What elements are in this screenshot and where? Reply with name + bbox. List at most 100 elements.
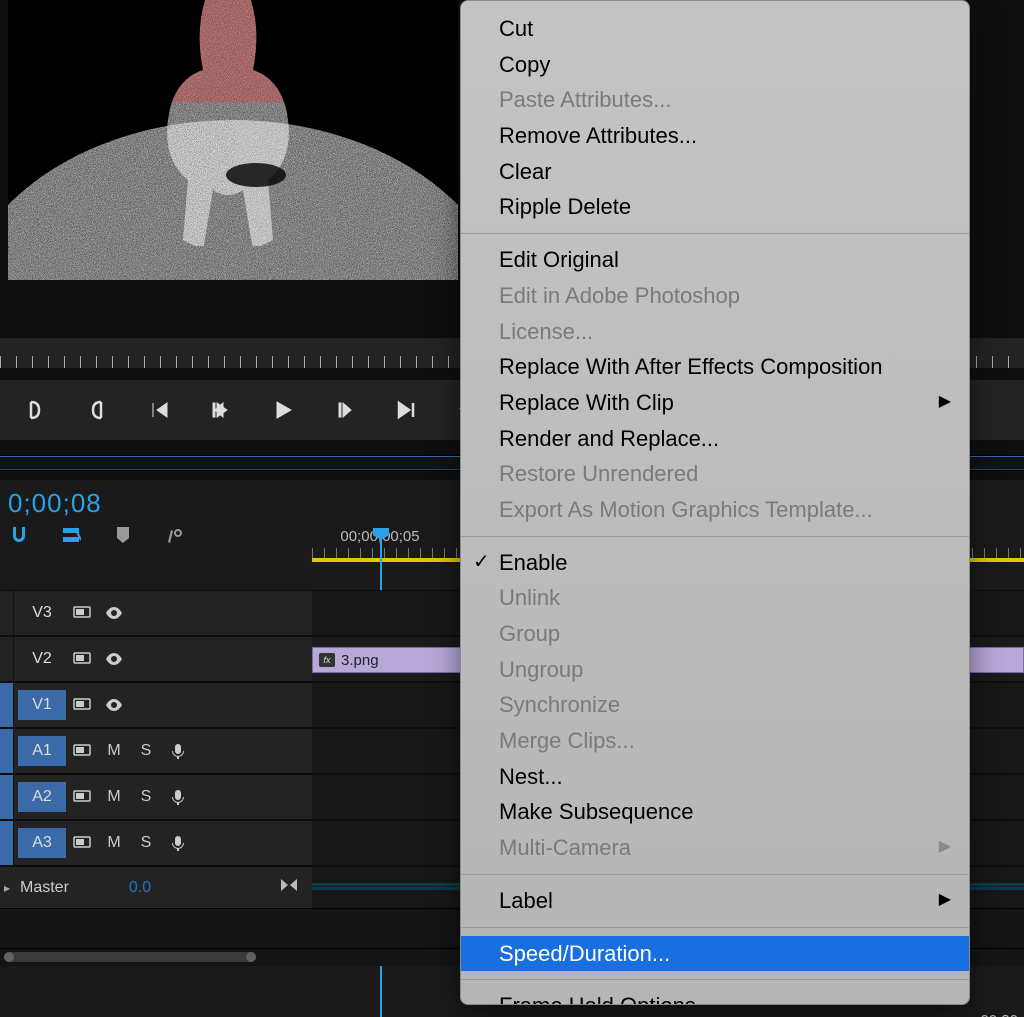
step-forward-button[interactable] — [332, 397, 358, 423]
menu-item: Export As Motion Graphics Template... — [461, 492, 969, 528]
menu-item-label: Render and Replace... — [499, 426, 719, 451]
menu-item: Multi-Camera▶ — [461, 830, 969, 866]
menu-item[interactable]: Cut — [461, 11, 969, 47]
menu-item-label: Replace With Clip — [499, 390, 674, 415]
track-target-v1[interactable]: V1 — [18, 690, 66, 720]
menu-item-label: Enable — [499, 550, 568, 575]
sync-lock-icon[interactable] — [66, 742, 98, 760]
track-target-v2[interactable]: V2 — [18, 644, 66, 674]
menu-item: Synchronize — [461, 687, 969, 723]
menu-item[interactable]: Render and Replace... — [461, 421, 969, 457]
master-value[interactable]: 0.0 — [129, 879, 151, 897]
track-visibility-icon[interactable] — [98, 604, 130, 622]
track-source-patch[interactable] — [0, 821, 14, 865]
menu-item-label: Edit in Adobe Photoshop — [499, 283, 740, 308]
menu-item-label: Edit Original — [499, 247, 619, 272]
mute-toggle[interactable]: M — [98, 788, 130, 806]
expand-icon[interactable]: ▸ — [0, 881, 14, 895]
submenu-arrow-icon: ▶ — [939, 836, 951, 858]
menu-item[interactable]: Ripple Delete — [461, 189, 969, 225]
menu-item: Group — [461, 616, 969, 652]
track-target-a2[interactable]: A2 — [18, 782, 66, 812]
menu-item[interactable]: Make Subsequence — [461, 794, 969, 830]
menu-item-label: Replace With After Effects Composition — [499, 354, 883, 379]
play-button[interactable] — [270, 397, 296, 423]
voiceover-icon[interactable] — [162, 742, 194, 760]
menu-item-label: Clear — [499, 159, 552, 184]
track-target-v3[interactable]: V3 — [18, 598, 66, 628]
menu-item-label: Nest... — [499, 764, 563, 789]
sync-lock-icon[interactable] — [66, 696, 98, 714]
voiceover-icon[interactable] — [162, 788, 194, 806]
menu-item-label: Restore Unrendered — [499, 461, 698, 486]
menu-item: Restore Unrendered — [461, 456, 969, 492]
settings-icon[interactable] — [164, 524, 186, 546]
voiceover-icon[interactable] — [162, 834, 194, 852]
marker-icon[interactable] — [112, 524, 134, 546]
menu-item[interactable]: Edit Original — [461, 242, 969, 278]
menu-item[interactable]: Nest... — [461, 759, 969, 795]
menu-item-label: Ungroup — [499, 657, 583, 682]
solo-toggle[interactable]: S — [130, 742, 162, 760]
master-label: Master — [20, 879, 69, 897]
solo-toggle[interactable]: S — [130, 788, 162, 806]
menu-item[interactable]: Remove Attributes... — [461, 118, 969, 154]
menu-item-label: Speed/Duration... — [499, 941, 670, 966]
sync-lock-icon[interactable] — [66, 834, 98, 852]
menu-item-label: Cut — [499, 16, 533, 41]
track-visibility-icon[interactable] — [98, 696, 130, 714]
track-source-patch[interactable] — [0, 591, 14, 635]
track-visibility-icon[interactable] — [98, 650, 130, 668]
track-source-patch[interactable] — [0, 637, 14, 681]
go-to-out-button[interactable] — [394, 397, 420, 423]
mute-toggle[interactable]: M — [98, 742, 130, 760]
menu-item-label: Make Subsequence — [499, 799, 693, 824]
step-back-button[interactable] — [208, 397, 234, 423]
track-source-patch[interactable] — [0, 729, 14, 773]
linked-selection-icon[interactable] — [60, 524, 82, 546]
menu-item-label: Remove Attributes... — [499, 123, 697, 148]
menu-item: Edit in Adobe Photoshop — [461, 278, 969, 314]
sync-lock-icon[interactable] — [66, 604, 98, 622]
menu-item[interactable]: Frame Hold Options... — [461, 988, 969, 1005]
sync-lock-icon[interactable] — [66, 650, 98, 668]
output-icon[interactable] — [280, 878, 298, 897]
track-target-a3[interactable]: A3 — [18, 828, 66, 858]
menu-item-label: Export As Motion Graphics Template... — [499, 497, 873, 522]
track-source-patch[interactable] — [0, 683, 14, 727]
sync-lock-icon[interactable] — [66, 788, 98, 806]
mark-in-button[interactable] — [22, 397, 48, 423]
menu-item: Paste Attributes... — [461, 82, 969, 118]
submenu-arrow-icon: ▶ — [939, 889, 951, 911]
menu-item-label: Ripple Delete — [499, 194, 631, 219]
track-target-a1[interactable]: A1 — [18, 736, 66, 766]
solo-toggle[interactable]: S — [130, 834, 162, 852]
fx-badge: fx — [319, 653, 335, 667]
menu-item[interactable]: Replace With Clip ▶ — [461, 385, 969, 421]
check-icon: ✓ — [473, 549, 490, 576]
track-source-patch[interactable] — [0, 775, 14, 819]
menu-item-label: License... — [499, 319, 593, 344]
clip-label: 3.png — [341, 652, 379, 669]
menu-item: Ungroup — [461, 652, 969, 688]
menu-item-label: Merge Clips... — [499, 728, 635, 753]
timeline-tools — [8, 524, 186, 546]
menu-item[interactable]: ✓ Enable — [461, 545, 969, 581]
menu-item[interactable]: Replace With After Effects Composition — [461, 349, 969, 385]
mark-out-button[interactable] — [84, 397, 110, 423]
menu-item: Unlink — [461, 580, 969, 616]
mute-toggle[interactable]: M — [98, 834, 130, 852]
menu-item[interactable]: Copy — [461, 47, 969, 83]
snap-icon[interactable] — [8, 524, 30, 546]
go-to-in-button[interactable] — [146, 397, 172, 423]
current-timecode[interactable]: 0;00;08 — [8, 488, 102, 519]
submenu-arrow-icon: ▶ — [939, 391, 951, 413]
menu-item[interactable]: Label ▶ — [461, 883, 969, 919]
menu-item[interactable]: Speed/Duration... — [461, 936, 969, 972]
menu-item[interactable]: Clear — [461, 154, 969, 190]
menu-item-label: Group — [499, 621, 560, 646]
clip-context-menu: Cut CopyPaste Attributes... Remove Attribu… — [460, 0, 970, 1005]
ruler-label: 00;20 — [980, 1012, 1018, 1017]
program-monitor — [8, 0, 458, 280]
menu-item-label: Label — [499, 888, 553, 913]
